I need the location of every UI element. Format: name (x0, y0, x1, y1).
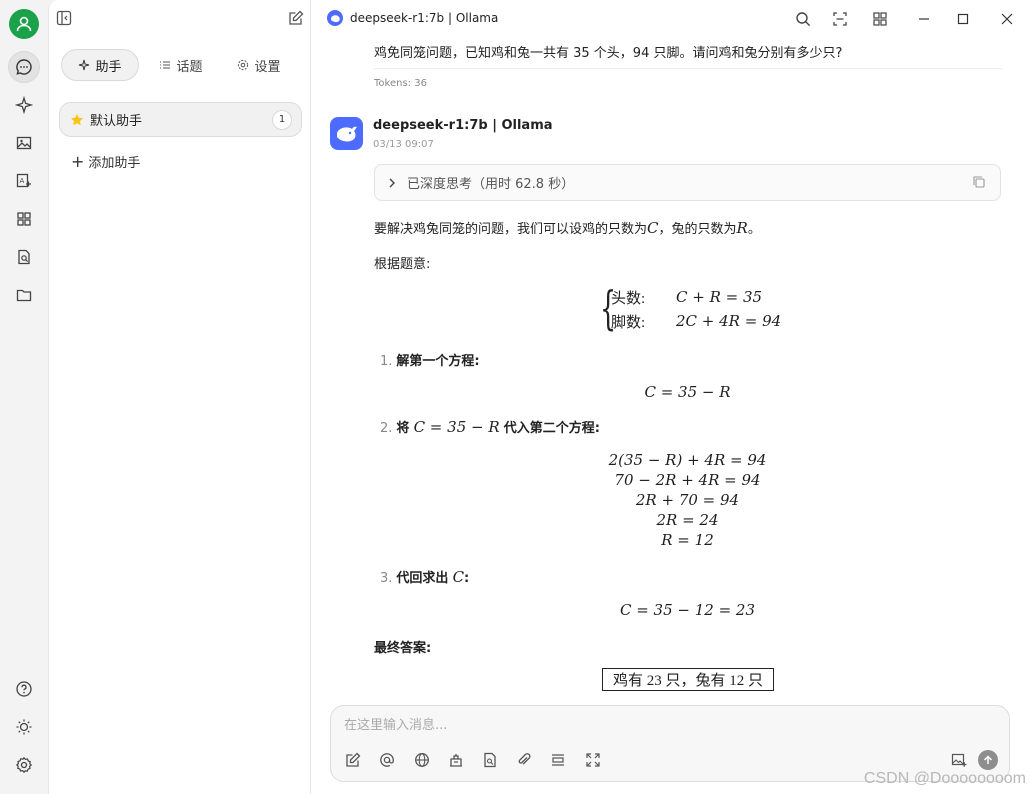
chat-area: deepseek-r1:7b | Ollama 鸡免同笼问题，已知鸡和兔一共有 … (311, 0, 1030, 794)
step-1-equation: C = 35 − R (644, 383, 731, 401)
svg-text:A: A (20, 177, 25, 185)
step-1: 1. 解第一个方程: (380, 354, 480, 369)
message-divider (374, 68, 1002, 69)
layout-icon[interactable] (871, 10, 889, 28)
system-row-heads: 头数: C + R = 35 (611, 288, 763, 307)
tab-assistants[interactable]: 助手 (61, 49, 139, 81)
attachment-icon[interactable] (514, 750, 534, 770)
help-icon[interactable] (8, 673, 40, 705)
window-minimize-icon[interactable] (915, 10, 933, 28)
equation-system: { 头数: C + R = 35 脚数: 2C + 4R = 94 (600, 281, 782, 335)
thinking-collapse[interactable]: 已深度思考（用时 62.8 秒） (374, 164, 1001, 201)
minimize-panel-icon[interactable] (831, 10, 849, 28)
step-3-equation: C = 35 − 12 = 23 (619, 601, 756, 619)
tab-topics[interactable]: 话题 (151, 49, 211, 81)
send-button[interactable] (978, 750, 998, 770)
final-label: 最终答案: (374, 641, 432, 656)
bot-avatar-whale-icon (330, 117, 363, 150)
answer-intro: 要解决鸡兔同笼的问题，我们可以设鸡的只数为C，兔的只数为R。 (374, 219, 761, 237)
folder-icon[interactable] (8, 279, 40, 311)
mention-icon[interactable] (377, 750, 397, 770)
chat-icon[interactable] (8, 51, 40, 83)
list-icon (160, 61, 171, 69)
whale-icon (327, 10, 343, 26)
icon-rail: A (0, 0, 48, 794)
system-row-feet: 脚数: 2C + 4R = 94 (611, 312, 782, 331)
sparkle-icon[interactable] (8, 89, 40, 121)
expand-icon[interactable] (583, 750, 603, 770)
web-search-globe-icon[interactable] (412, 750, 432, 770)
model-selector[interactable]: deepseek-r1:7b | Ollama (327, 10, 498, 26)
sidebar-tabs: 助手 话题 设置 (61, 49, 298, 81)
user-icon (16, 16, 32, 32)
copy-icon[interactable] (972, 175, 986, 189)
image-icon[interactable] (8, 127, 40, 159)
sidebar-toggle-icon[interactable] (55, 9, 73, 27)
window-close-icon[interactable] (998, 10, 1016, 28)
user-message: 鸡免同笼问题，已知鸡和兔一共有 35 个头，94 只脚。请问鸡和兔分别有多少只? (374, 46, 843, 61)
gear-icon (238, 59, 249, 71)
apps-icon[interactable] (8, 203, 40, 235)
knowledge-base-icon[interactable] (446, 750, 466, 770)
token-count: Tokens: 36 (374, 78, 427, 89)
topic-count-badge: 1 (272, 109, 292, 130)
final-answer-box: 鸡有 23 只，兔有 12 只 (602, 668, 774, 691)
settings-gear-icon[interactable] (8, 749, 40, 781)
tab-settings[interactable]: 设置 (229, 49, 289, 81)
add-assistant-button[interactable]: + 添加助手 (71, 152, 140, 171)
message-input[interactable] (344, 714, 944, 736)
answer-by-problem: 根据题意: (374, 257, 431, 272)
assistant-item-default[interactable]: 默认助手 1 (59, 102, 302, 137)
star-icon (71, 113, 83, 125)
assistant-panel: 助手 话题 设置 默认助手 1 + 添加助手 (48, 0, 311, 794)
title-bar: deepseek-r1:7b | Ollama (311, 0, 1030, 38)
theme-icon[interactable] (8, 711, 40, 743)
new-chat-icon[interactable] (287, 9, 305, 27)
document-search-icon[interactable] (480, 750, 500, 770)
watermark: CSDN @Doooooooom (863, 770, 1026, 787)
document-search-icon[interactable] (8, 241, 40, 273)
window-maximize-icon[interactable] (954, 10, 972, 28)
arrow-up-icon (983, 755, 993, 764)
step-2: 2. 将 C = 35 − R 代入第二个方程: (380, 418, 600, 436)
step-3: 3. 代回求出 C: (380, 568, 470, 586)
image-add-icon[interactable] (949, 750, 969, 770)
clear-context-icon[interactable] (548, 750, 568, 770)
step-2-equations: 2(35 − R) + 4R = 94 70 − 2R + 4R = 94 2R… (608, 451, 767, 549)
message-timestamp: 03/13 09:07 (373, 139, 434, 150)
new-topic-icon[interactable] (343, 750, 363, 770)
plus-icon: + (71, 151, 85, 171)
bot-name: deepseek-r1:7b | Ollama (373, 118, 553, 133)
assistant-name: 默认助手 (90, 114, 143, 129)
translate-icon[interactable]: A (8, 165, 40, 197)
thinking-label: 已深度思考（用时 62.8 秒） (407, 177, 575, 192)
sparkle-icon (79, 59, 90, 71)
search-icon[interactable] (794, 10, 812, 28)
chevron-right-icon (389, 178, 395, 187)
user-avatar[interactable] (9, 9, 39, 39)
